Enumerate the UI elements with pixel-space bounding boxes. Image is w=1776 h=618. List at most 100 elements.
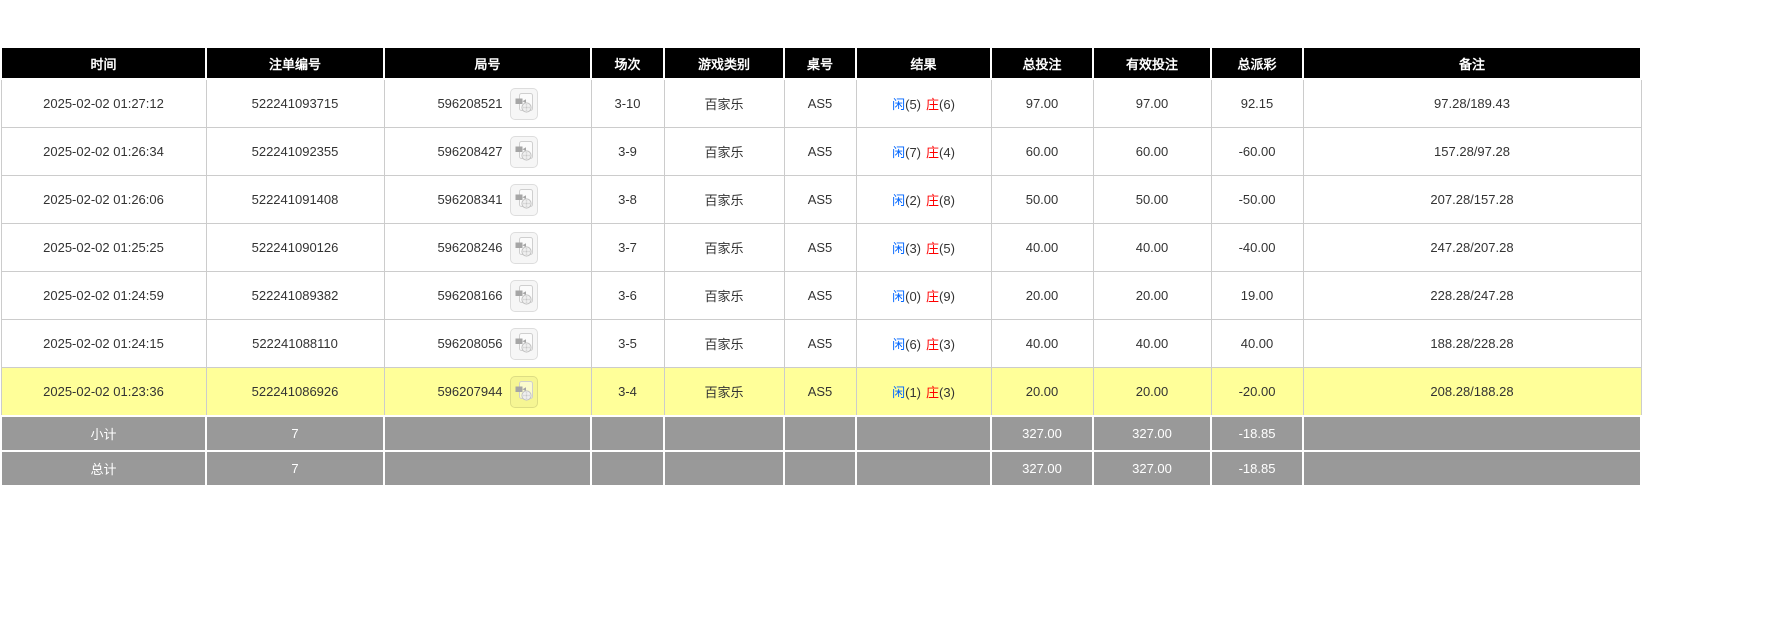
result-cell: 闲(6)庄(3): [856, 320, 991, 368]
video-replay-button[interactable]: [510, 136, 538, 168]
summary-remark-cell: [1303, 416, 1641, 451]
player-result-label: 闲: [892, 337, 905, 352]
banker-result-label: 庄: [926, 193, 939, 208]
round-id-text: 596207944: [437, 384, 502, 399]
column-header-valid-bet: 有效投注: [1093, 47, 1211, 79]
round-id-cell: 596208246: [384, 224, 591, 272]
session-cell: 3-9: [591, 128, 664, 176]
session-cell: 3-4: [591, 368, 664, 417]
banker-result-score: (9): [939, 289, 955, 304]
video-replay-button[interactable]: [510, 184, 538, 216]
total-bet-cell: 40.00: [991, 224, 1093, 272]
video-replay-button[interactable]: [510, 376, 538, 408]
column-header-result: 结果: [856, 47, 991, 79]
table-no-cell: AS5: [784, 272, 856, 320]
video-replay-button[interactable]: [510, 88, 538, 120]
table-no-cell: AS5: [784, 320, 856, 368]
player-result-score: (6): [905, 337, 921, 352]
total-bet-cell: 60.00: [991, 128, 1093, 176]
round-id-cell: 596208427: [384, 128, 591, 176]
round-id-cell: 596208056: [384, 320, 591, 368]
summary-empty-cell: [384, 416, 591, 451]
player-result-label: 闲: [892, 145, 905, 160]
total-bet-cell: 50.00: [991, 176, 1093, 224]
session-cell: 3-6: [591, 272, 664, 320]
banker-result-label: 庄: [926, 145, 939, 160]
table-row[interactable]: 2025-02-02 01:23:36 522241086926 5962079…: [1, 368, 1641, 417]
session-cell: 3-5: [591, 320, 664, 368]
game-type-cell: 百家乐: [664, 224, 784, 272]
video-replay-button[interactable]: [510, 280, 538, 312]
total-bet-cell: 97.00: [991, 79, 1093, 128]
payout-cell: -20.00: [1211, 368, 1303, 417]
session-cell: 3-10: [591, 79, 664, 128]
valid-bet-cell: 40.00: [1093, 224, 1211, 272]
player-result-score: (3): [905, 241, 921, 256]
time-cell: 2025-02-02 01:25:25: [1, 224, 206, 272]
valid-bet-cell: 50.00: [1093, 176, 1211, 224]
summary-empty-cell: [856, 451, 991, 486]
session-cell: 3-7: [591, 224, 664, 272]
player-result-label: 闲: [892, 385, 905, 400]
table-row[interactable]: 2025-02-02 01:25:25 522241090126 5962082…: [1, 224, 1641, 272]
total-bet-cell: 20.00: [991, 368, 1093, 417]
time-cell: 2025-02-02 01:24:15: [1, 320, 206, 368]
bet-id-cell: 522241091408: [206, 176, 384, 224]
video-replay-button[interactable]: [510, 328, 538, 360]
summary-empty-cell: [664, 451, 784, 486]
summary-count-cell: 7: [206, 451, 384, 486]
summary-total-bet-cell: 327.00: [991, 451, 1093, 486]
total-bet-cell: 40.00: [991, 320, 1093, 368]
table-row[interactable]: 2025-02-02 01:24:59 522241089382 5962081…: [1, 272, 1641, 320]
player-result-score: (0): [905, 289, 921, 304]
valid-bet-cell: 20.00: [1093, 272, 1211, 320]
round-id-text: 596208521: [437, 96, 502, 111]
result-cell: 闲(2)庄(8): [856, 176, 991, 224]
table-no-cell: AS5: [784, 176, 856, 224]
summary-row: 总计 7 327.00 327.00 -18.85: [1, 451, 1641, 486]
video-icon: [515, 93, 533, 114]
player-result-label: 闲: [892, 97, 905, 112]
remark-cell: 247.28/207.28: [1303, 224, 1641, 272]
result-cell: 闲(0)庄(9): [856, 272, 991, 320]
round-id-text: 596208427: [437, 144, 502, 159]
payout-cell: 92.15: [1211, 79, 1303, 128]
summary-payout-cell: -18.85: [1211, 416, 1303, 451]
remark-cell: 208.28/188.28: [1303, 368, 1641, 417]
column-header-round-id: 局号: [384, 47, 591, 79]
game-type-cell: 百家乐: [664, 272, 784, 320]
summary-count-cell: 7: [206, 416, 384, 451]
banker-result-score: (6): [939, 97, 955, 112]
valid-bet-cell: 20.00: [1093, 368, 1211, 417]
header-row: 时间 注单编号 局号 场次 游戏类别 桌号 结果 总投注 有效投注 总派彩 备注: [1, 47, 1641, 79]
table-row[interactable]: 2025-02-02 01:24:15 522241088110 5962080…: [1, 320, 1641, 368]
summary-empty-cell: [784, 451, 856, 486]
payout-cell: -60.00: [1211, 128, 1303, 176]
bet-id-cell: 522241092355: [206, 128, 384, 176]
remark-cell: 228.28/247.28: [1303, 272, 1641, 320]
payout-cell: -50.00: [1211, 176, 1303, 224]
payout-cell: 40.00: [1211, 320, 1303, 368]
round-id-cell: 596208166: [384, 272, 591, 320]
round-id-cell: 596207944: [384, 368, 591, 417]
summary-empty-cell: [784, 416, 856, 451]
summary-remark-cell: [1303, 451, 1641, 486]
round-id-cell: 596208341: [384, 176, 591, 224]
video-icon: [515, 237, 533, 258]
game-type-cell: 百家乐: [664, 128, 784, 176]
column-header-remark: 备注: [1303, 47, 1641, 79]
banker-result-label: 庄: [926, 97, 939, 112]
game-type-cell: 百家乐: [664, 79, 784, 128]
session-cell: 3-8: [591, 176, 664, 224]
bet-id-cell: 522241088110: [206, 320, 384, 368]
player-result-score: (5): [905, 97, 921, 112]
column-header-bet-id: 注单编号: [206, 47, 384, 79]
table-row[interactable]: 2025-02-02 01:27:12 522241093715 5962085…: [1, 79, 1641, 128]
video-replay-button[interactable]: [510, 232, 538, 264]
table-no-cell: AS5: [784, 128, 856, 176]
table-row[interactable]: 2025-02-02 01:26:34 522241092355 5962084…: [1, 128, 1641, 176]
table-row[interactable]: 2025-02-02 01:26:06 522241091408 5962083…: [1, 176, 1641, 224]
column-header-session: 场次: [591, 47, 664, 79]
result-cell: 闲(1)庄(3): [856, 368, 991, 417]
summary-empty-cell: [591, 451, 664, 486]
